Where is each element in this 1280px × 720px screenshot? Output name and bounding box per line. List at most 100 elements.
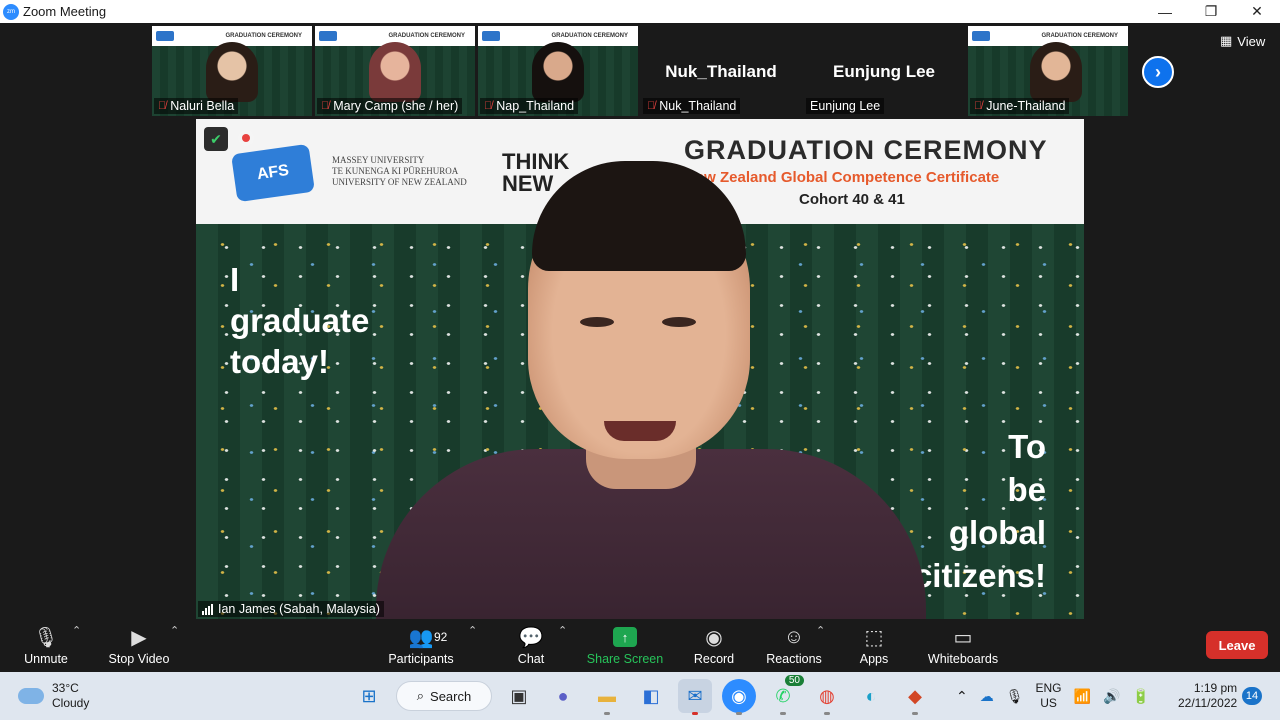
whiteboards-button[interactable]: ▭ Whiteboards [926,624,1000,667]
powerpoint-icon[interactable]: ◆ [898,679,932,715]
think-line: THINK [502,149,570,174]
share-screen-icon: ↑ [613,624,637,650]
participant-name: Mary Camp (she / her) [333,99,459,113]
chevron-up-icon[interactable]: ⌃ [956,688,968,705]
onedrive-icon[interactable]: ☁ [980,688,994,705]
running-indicator [824,712,830,715]
chevron-right-icon: › [1155,61,1161,82]
participant-name-bar: 🎙̸ Nuk_Thailand [643,98,741,114]
outlook-icon[interactable]: ✉ [678,679,712,715]
participant-tile[interactable]: GRADUATION CEREMONY 🎙̸ Mary Camp (she / … [315,26,475,116]
title-bar: zm Zoom Meeting — ❐ ✕ [0,0,1280,23]
stop-video-button[interactable]: ▶︎ Stop Video [106,624,172,667]
chevron-up-icon: ⌃ [816,625,826,637]
taskbar-clock[interactable]: 1:19 pm 22/11/2022 [1178,681,1237,711]
temperature: 33°C [52,681,79,695]
audio-options-caret[interactable]: ⌃ [72,624,81,637]
leave-button[interactable]: Leave [1206,631,1268,659]
notification-badge[interactable]: 14 [1242,687,1262,705]
smiley-plus-icon: ☺ [783,625,805,648]
zoom-window: zm Zoom Meeting — ❐ ✕ GRADUATION CEREMON… [0,0,1280,720]
wifi-icon[interactable]: 📶 [1074,688,1091,705]
participants-options-caret[interactable]: ⌃ [468,624,477,637]
reactions-button[interactable]: ☺ Reactions [766,624,822,667]
muted-mic-icon: 🎙̸ [647,100,656,112]
battery-icon[interactable]: 🔋 [1132,688,1149,705]
chat-button[interactable]: 💬 Chat [514,624,548,667]
weather-widget[interactable]: 33°C Cloudy [18,681,89,711]
search-label: Search [430,688,472,704]
record-icon: ◉ [705,626,723,649]
running-indicator [692,712,698,715]
grid-icon: ▦ [1220,33,1233,48]
record-button[interactable]: ◉ Record [692,624,736,667]
video-options-caret[interactable]: ⌃ [170,624,179,637]
whatsapp-icon[interactable]: ✆ 50 [766,675,804,715]
participants-icon: 👥 [408,626,434,649]
participant-tile[interactable]: GRADUATION CEREMONY 🎙̸ Nap_Thailand [478,26,638,116]
slide-right-text: To be global citizens! [914,425,1046,597]
taskbar-apps: ⊞ ⌕ Search ▣ ● ▬ ◧ ✉ ◉ ✆ 50 ◍ ◐ ◆ [352,675,932,715]
edge-icon[interactable]: ◐ [854,679,888,713]
zoom-icon[interactable]: ◉ [722,679,756,715]
language-code: ENG [1035,681,1062,695]
slide-text-line: graduate [230,302,370,339]
participant-tile[interactable]: GRADUATION CEREMONY 🎙̸ Naluri Bella [152,26,312,116]
massey-line: UNIVERSITY OF NEW ZEALAND [332,177,467,187]
microphone-icon[interactable]: 🎙 [1006,688,1024,705]
next-page-button[interactable]: › [1142,56,1174,88]
participant-video [369,42,421,102]
video-camera-icon: ▶︎ [131,626,147,649]
volume-icon[interactable]: 🔊 [1103,688,1120,705]
ceremony-subtitle: New Zealand Global Competence Certificat… [685,169,1000,186]
share-screen-button[interactable]: ↑ Share Screen [586,624,664,666]
share-screen-label: Share Screen [586,652,664,666]
participant-display-name: Nuk_Thailand [665,62,777,81]
active-speaker-video[interactable]: AFS MASSEY UNIVERSITY TE KUNENGA KI PŪRE… [196,119,1084,619]
muted-mic-icon: 🎙̸ [321,100,330,112]
chevron-up-icon: ⌃ [170,625,180,637]
participant-name-bar: 🎙̸ June-Thailand [970,98,1070,114]
participant-tile[interactable]: GRADUATION CEREMONY 🎙̸ June-Thailand [968,26,1128,116]
apps-button[interactable]: ⬚ Apps [858,624,890,667]
weather-condition: Cloudy [52,696,90,710]
slide-text-line: I [230,261,240,298]
participants-label: Participants [388,652,454,666]
speaker-mouth [604,421,676,441]
reactions-options-caret[interactable]: ⌃ [816,624,825,637]
maximize-button[interactable]: ❐ [1188,0,1234,23]
whiteboards-label: Whiteboards [927,652,999,666]
taskbar-search[interactable]: ⌕ Search [396,681,492,711]
running-indicator [780,712,786,715]
security-shield-icon[interactable]: ✔ [204,127,228,151]
minimize-button[interactable]: — [1142,0,1188,23]
file-explorer-icon[interactable]: ▬ [590,679,624,715]
window-title: Zoom Meeting [23,4,107,19]
slide-text-line: today! [230,343,329,380]
massey-line: TE KUNENGA KI PŪREHUROA [332,166,459,176]
slide-left-text: I graduate today! [230,259,369,382]
participants-button[interactable]: 👥 92 Participants [386,624,456,667]
participant-name: June-Thailand [986,99,1066,113]
participant-name: Eunjung Lee [810,99,881,113]
record-label: Record [693,652,735,666]
window-controls: — ❐ ✕ [1142,0,1280,23]
unmute-button[interactable]: 🎙 Unmute [22,624,70,667]
participant-name: Nuk_Thailand [659,99,737,113]
participant-tile[interactable]: Nuk_Thailand 🎙̸ Nuk_Thailand [641,26,801,116]
language-indicator[interactable]: ENG US [1036,681,1062,711]
teams-chat-icon[interactable]: ● [546,679,580,713]
chat-options-caret[interactable]: ⌃ [558,624,567,637]
microsoft-store-icon[interactable]: ◧ [634,679,668,713]
muted-mic-icon: 🎙̸ [158,100,167,112]
participant-tile[interactable]: Eunjung Lee Eunjung Lee [804,26,964,116]
chrome-icon[interactable]: ◍ [810,679,844,715]
task-view-icon[interactable]: ▣ [502,679,536,713]
close-button[interactable]: ✕ [1234,0,1280,23]
windows-start-icon[interactable]: ⊞ [352,679,386,713]
search-icon: ⌕ [416,688,425,703]
view-button[interactable]: ▦ View [1220,33,1265,49]
ceremony-title: GRADUATION CEREMONY [684,135,1048,165]
view-label: View [1237,33,1266,49]
participant-video [206,42,258,102]
